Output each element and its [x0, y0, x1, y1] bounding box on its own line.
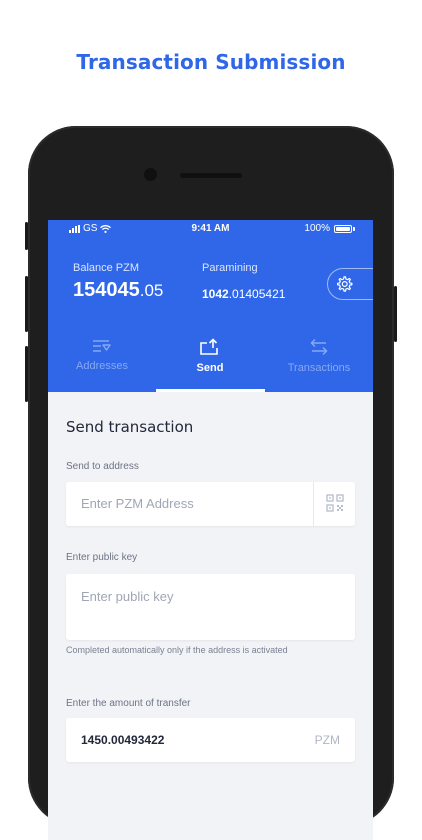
form-title: Send transaction [66, 418, 194, 436]
amount-label: Enter the amount of transfer [66, 698, 191, 709]
paramining-value: 1042.01405421 [202, 287, 285, 301]
paramining-label: Paramining [202, 262, 258, 274]
list-filter-icon [93, 340, 111, 352]
phone-frame: GS 9:41 AM 100% Balance PZM 154045.05 Pa… [28, 126, 394, 840]
tab-transactions[interactable]: Transactions [265, 338, 373, 392]
amount-value: 1450.00493422 [81, 733, 165, 747]
public-key-placeholder: Enter public key [81, 589, 174, 604]
phone-camera [144, 168, 157, 181]
status-right: 100% [304, 223, 355, 234]
balance-value: 154045.05 [73, 279, 163, 302]
balance-label: Balance PZM [73, 262, 140, 274]
tab-send[interactable]: Send [156, 338, 264, 392]
phone-side-button [394, 286, 397, 342]
public-key-input[interactable]: Enter public key [66, 574, 355, 640]
active-tab-indicator [156, 389, 265, 392]
battery-percent: 100% [304, 223, 330, 234]
address-label: Send to address [66, 461, 139, 472]
qr-code-icon [326, 494, 344, 512]
page-headline: Transaction Submission [76, 50, 346, 74]
battery-icon [334, 224, 352, 233]
scan-qr-button[interactable] [313, 482, 355, 526]
phone-speaker [180, 173, 242, 178]
gear-icon [337, 276, 353, 292]
amount-unit: PZM [314, 733, 340, 747]
paramining-integer: 1042 [202, 287, 229, 301]
status-bar: GS 9:41 AM 100% [48, 220, 373, 238]
battery-tip [353, 226, 355, 231]
tab-addresses[interactable]: Addresses [48, 338, 156, 392]
settings-button[interactable] [327, 268, 373, 300]
amount-input[interactable]: 1450.00493422 PZM [66, 718, 355, 762]
paramining-fraction: .01405421 [228, 287, 286, 301]
tab-transactions-label: Transactions [287, 362, 351, 374]
address-placeholder: Enter PZM Address [81, 496, 194, 511]
balance-fraction: .05 [139, 281, 164, 300]
app-header: GS 9:41 AM 100% Balance PZM 154045.05 Pa… [48, 220, 373, 392]
address-input[interactable]: Enter PZM Address [66, 482, 355, 526]
tab-send-label: Send [196, 362, 224, 374]
tab-addresses-label: Addresses [76, 360, 128, 372]
public-key-hint: Completed automatically only if the addr… [66, 645, 288, 655]
app-screen: GS 9:41 AM 100% Balance PZM 154045.05 Pa… [48, 220, 373, 840]
balance-integer: 154045 [73, 279, 140, 301]
send-upload-icon [200, 338, 218, 355]
swap-arrows-icon [310, 338, 328, 356]
public-key-label: Enter public key [66, 552, 138, 563]
